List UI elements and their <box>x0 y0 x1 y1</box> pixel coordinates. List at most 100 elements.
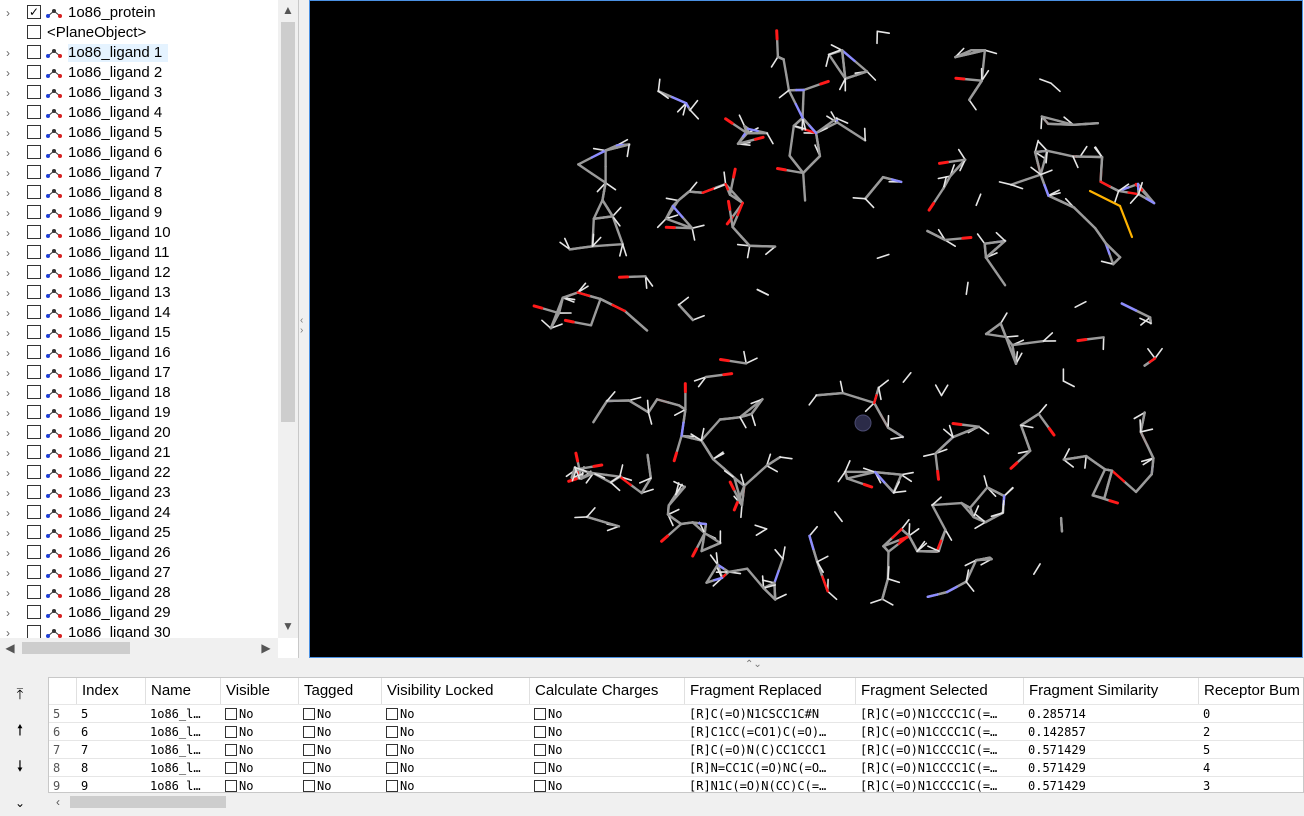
checkbox[interactable] <box>534 744 546 756</box>
table-cell-similarity[interactable]: 0.142857 <box>1024 723 1199 741</box>
checkbox[interactable] <box>225 762 237 774</box>
collapse-left-icon[interactable]: ‹ › <box>300 316 303 336</box>
horizontal-splitter[interactable]: ⌃⌄ <box>0 659 1304 673</box>
checkbox[interactable] <box>534 762 546 774</box>
column-header[interactable]: Tagged <box>299 678 382 704</box>
arrow-to-top-icon[interactable]: ⤒ <box>8 683 32 707</box>
table-cell-visible[interactable]: No <box>221 777 299 792</box>
table-cell-index[interactable]: 7 <box>77 741 146 759</box>
tree-item[interactable]: › ✓ 1o86_protein <box>0 3 278 23</box>
visibility-checkbox[interactable] <box>27 245 41 259</box>
tree-item[interactable]: › 1o86_ligand 6 <box>0 143 278 163</box>
table-cell-index[interactable]: 9 <box>77 777 146 792</box>
molecule-3d-viewer[interactable] <box>309 0 1303 658</box>
visibility-checkbox[interactable] <box>27 305 41 319</box>
tree-horizontal-scroll-thumb[interactable] <box>22 642 130 654</box>
expand-chevron-icon[interactable]: › <box>6 126 16 140</box>
tree-item[interactable]: › 1o86_ligand 17 <box>0 363 278 383</box>
expand-chevron-icon[interactable]: › <box>6 446 16 460</box>
expand-chevron-icon[interactable]: › <box>6 246 16 260</box>
expand-chevron-icon[interactable]: › <box>6 146 16 160</box>
visibility-checkbox[interactable] <box>27 505 41 519</box>
expand-chevron-icon[interactable]: › <box>6 86 16 100</box>
table-cell-replaced[interactable]: [R]C(=O)N1CSCC1C#N <box>685 705 856 723</box>
protein-structure-render[interactable] <box>310 1 1303 658</box>
visibility-checkbox[interactable] <box>27 425 41 439</box>
table-cell-locked[interactable]: No <box>382 741 530 759</box>
column-header[interactable]: Fragment Replaced <box>685 678 856 704</box>
tree-item[interactable]: › 1o86_ligand 21 <box>0 443 278 463</box>
tree-item[interactable]: › 1o86_ligand 25 <box>0 523 278 543</box>
checkbox[interactable] <box>225 744 237 756</box>
table-cell-selected[interactable]: [R]C(=O)N1CCCC1C(=… <box>856 723 1024 741</box>
table-cell-replaced[interactable]: [R]N=CC1C(=O)NC(=O… <box>685 759 856 777</box>
table-cell-name[interactable]: 1o86_l… <box>146 777 221 792</box>
table-cell-bump[interactable]: 5 <box>1199 741 1303 759</box>
expand-chevron-icon[interactable]: › <box>6 586 16 600</box>
column-header[interactable]: Receptor Bum <box>1199 678 1303 704</box>
expand-chevron-icon[interactable]: › <box>6 166 16 180</box>
expand-chevron-icon[interactable]: › <box>6 186 16 200</box>
tree-horizontal-scrollbar[interactable]: ◀ ▶ <box>0 638 278 658</box>
checkbox[interactable] <box>303 780 315 792</box>
visibility-checkbox[interactable] <box>27 45 41 59</box>
table-cell-tagged[interactable]: No <box>299 705 382 723</box>
checkbox[interactable] <box>303 726 315 738</box>
expand-chevron-icon[interactable]: › <box>6 386 16 400</box>
tree-item[interactable]: › 1o86_ligand 19 <box>0 403 278 423</box>
tree-vertical-scrollbar[interactable]: ▲ ▼ <box>278 0 298 638</box>
table-cell-charges[interactable]: No <box>530 705 685 723</box>
table-cell-name[interactable]: 1o86_l… <box>146 723 221 741</box>
expand-chevron-icon[interactable]: › <box>6 206 16 220</box>
table-cell-name[interactable]: 1o86_l… <box>146 759 221 777</box>
table-cell-tagged[interactable]: No <box>299 777 382 792</box>
expand-chevron-icon[interactable]: › <box>6 366 16 380</box>
column-header[interactable]: Calculate Charges <box>530 678 685 704</box>
expand-chevron-icon[interactable]: › <box>6 466 16 480</box>
tree-item[interactable]: › 1o86_ligand 24 <box>0 503 278 523</box>
table-cell-tagged[interactable]: No <box>299 723 382 741</box>
column-header[interactable]: Visible <box>221 678 299 704</box>
visibility-checkbox[interactable] <box>27 265 41 279</box>
visibility-checkbox[interactable] <box>27 105 41 119</box>
double-chevron-down-icon[interactable]: ⌄ <box>8 791 32 815</box>
table-cell-tagged[interactable]: No <box>299 759 382 777</box>
table-cell-similarity[interactable]: 0.571429 <box>1024 741 1199 759</box>
visibility-checkbox[interactable] <box>27 145 41 159</box>
tree-item[interactable]: › 1o86_ligand 23 <box>0 483 278 503</box>
visibility-checkbox[interactable]: ✓ <box>27 5 41 19</box>
expand-chevron-icon[interactable]: › <box>6 286 16 300</box>
tree-item[interactable]: › 1o86_ligand 22 <box>0 463 278 483</box>
table-cell-replaced[interactable]: [R]C(=O)N(C)CC1CCC1 <box>685 741 856 759</box>
expand-chevron-icon[interactable]: › <box>6 66 16 80</box>
tree-item[interactable]: › 1o86_ligand 11 <box>0 243 278 263</box>
tree-item[interactable]: › 1o86_ligand 15 <box>0 323 278 343</box>
column-header[interactable]: Fragment Similarity <box>1024 678 1199 704</box>
tree-item[interactable]: › 1o86_ligand 14 <box>0 303 278 323</box>
scroll-left-icon[interactable]: ‹ <box>50 794 66 810</box>
expand-chevron-icon[interactable]: › <box>6 566 16 580</box>
tree-item[interactable]: › 1o86_ligand 28 <box>0 583 278 603</box>
table-cell-index[interactable]: 8 <box>77 759 146 777</box>
expand-chevron-icon[interactable]: › <box>6 506 16 520</box>
checkbox[interactable] <box>225 726 237 738</box>
visibility-checkbox[interactable] <box>27 585 41 599</box>
column-header[interactable]: Name <box>146 678 221 704</box>
table-row[interactable]: 5 5 1o86_l… No No No No [R]C(=O)N1CSCC1C#N [R]C(… <box>49 704 1303 723</box>
visibility-checkbox[interactable] <box>27 485 41 499</box>
tree-item[interactable]: › 1o86_ligand 8 <box>0 183 278 203</box>
table-horizontal-scrollbar[interactable]: ‹ <box>48 793 1304 811</box>
table-cell-tagged[interactable]: No <box>299 741 382 759</box>
table-cell-rownum[interactable]: 9 <box>49 777 77 792</box>
tree-item[interactable]: › 1o86_ligand 29 <box>0 603 278 623</box>
table-horizontal-scroll-thumb[interactable] <box>70 796 226 808</box>
table-cell-bump[interactable]: 0 <box>1199 705 1303 723</box>
table-cell-selected[interactable]: [R]C(=O)N1CCCC1C(=… <box>856 741 1024 759</box>
expand-chevron-icon[interactable]: › <box>6 46 16 60</box>
visibility-checkbox[interactable] <box>27 385 41 399</box>
tree-item[interactable]: › 1o86_ligand 13 <box>0 283 278 303</box>
visibility-checkbox[interactable] <box>27 605 41 619</box>
checkbox[interactable] <box>303 744 315 756</box>
checkbox[interactable] <box>303 762 315 774</box>
expand-chevron-icon[interactable]: › <box>6 266 16 280</box>
